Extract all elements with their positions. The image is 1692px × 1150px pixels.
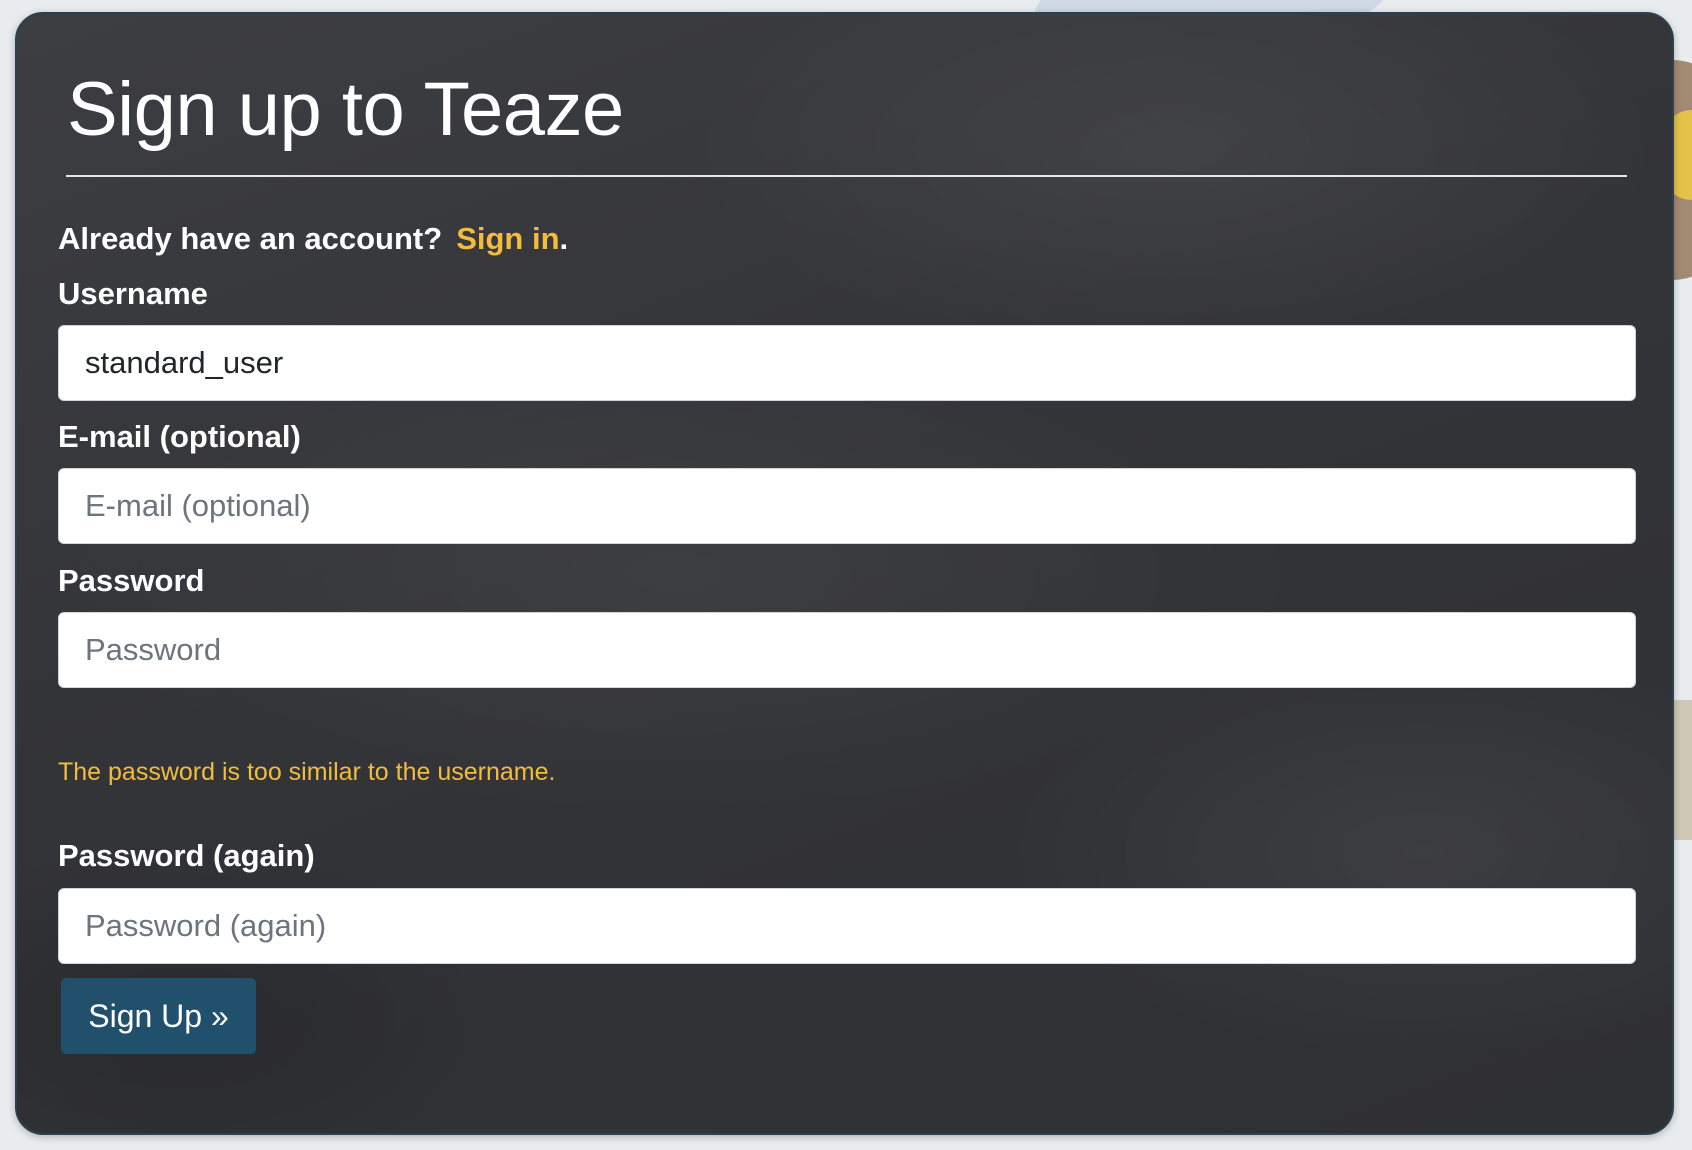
signin-trailing-period: . [559,221,569,256]
page-title: Sign up to Teaze [67,67,624,152]
username-input[interactable] [58,325,1636,401]
signin-prompt-row: Already have an account? Sign in. [58,221,568,257]
password-input[interactable] [58,612,1636,688]
username-label: Username [58,276,208,311]
email-input[interactable] [58,468,1636,544]
password-again-input[interactable] [58,888,1636,964]
signup-button[interactable]: Sign Up » [61,978,256,1054]
password-help-text: The password is too similar to the usern… [58,758,556,786]
signup-card: Sign up to Teaze Already have an account… [15,12,1674,1135]
signin-link[interactable]: Sign in [456,221,559,256]
signin-prompt-text: Already have an account? [58,221,443,256]
email-label: E-mail (optional) [58,419,301,454]
password-again-label: Password (again) [58,838,315,873]
title-divider [66,175,1627,177]
password-label: Password [58,563,205,598]
